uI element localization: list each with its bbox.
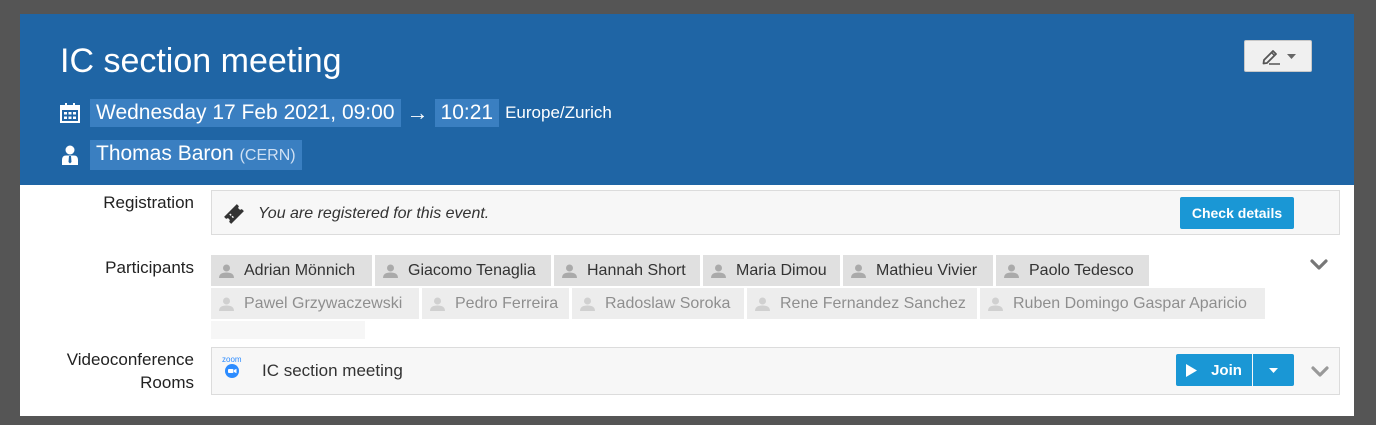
participant-chip[interactable]: Pedro Ferreira	[422, 288, 569, 319]
participant-chip[interactable]: Radoslaw Soroka	[572, 288, 744, 319]
person-icon	[988, 297, 1003, 311]
caret-down-icon	[1269, 367, 1278, 373]
person-icon	[580, 297, 595, 311]
participant-chip[interactable]: Ruben Domingo Gaspar Aparicio	[980, 288, 1265, 319]
join-button-group: Join	[1176, 354, 1294, 386]
registration-label: Registration	[103, 193, 194, 212]
person-icon	[219, 297, 234, 311]
date-arrow: →	[406, 100, 429, 125]
edit-dropdown-caret-icon	[1286, 53, 1296, 59]
participant-chip[interactable]: Pawel Grzywaczewski	[211, 288, 419, 319]
chevron-down-icon	[1310, 259, 1328, 271]
event-chair-row: Thomas Baron (CERN)	[60, 140, 302, 170]
participant-name: Pedro Ferreira	[455, 294, 559, 312]
participant-name: Radoslaw Soroka	[605, 294, 731, 312]
participants-expand-button[interactable]	[1310, 259, 1328, 271]
participant-chip-overflow	[211, 321, 365, 339]
person-icon	[60, 144, 80, 166]
person-icon	[562, 264, 577, 278]
event-end-time: 10:21	[434, 99, 500, 127]
participant-name: Maria Dimou	[736, 261, 827, 279]
person-icon	[219, 264, 234, 278]
join-button[interactable]: Join	[1176, 354, 1252, 386]
chair-name: Thomas Baron	[96, 142, 234, 165]
participant-chip[interactable]: Maria Dimou	[703, 255, 840, 286]
participant-name: Paolo Tedesco	[1029, 261, 1134, 279]
zoom-logo-icon: zoom	[222, 355, 242, 378]
videoconference-expand-button[interactable]	[1311, 366, 1329, 378]
event-card: IC section meeting Wednesday 17 Feb 2021…	[20, 14, 1354, 416]
participant-name: Pawel Grzywaczewski	[244, 294, 403, 312]
participant-name: Mathieu Vivier	[876, 261, 978, 279]
person-icon	[755, 297, 770, 311]
participant-chip[interactable]: Mathieu Vivier	[843, 255, 993, 286]
participants-label: Participants	[105, 258, 194, 277]
participant-chip[interactable]: Paolo Tedesco	[996, 255, 1149, 286]
person-icon	[383, 264, 398, 278]
play-icon	[1186, 363, 1198, 377]
person-icon	[711, 264, 726, 278]
chair-person[interactable]: Thomas Baron (CERN)	[90, 140, 302, 170]
event-title: IC section meeting	[60, 42, 342, 80]
edit-button[interactable]	[1244, 40, 1312, 72]
event-header: IC section meeting Wednesday 17 Feb 2021…	[20, 14, 1354, 185]
ticket-icon	[222, 203, 246, 225]
zoom-logo-text: zoom	[222, 355, 242, 364]
chair-affiliation: (CERN)	[239, 147, 296, 164]
person-icon	[851, 264, 866, 278]
registration-box: You are registered for this event. Check…	[211, 190, 1340, 235]
participant-name: Adrian Mönnich	[244, 261, 356, 279]
event-timezone: Europe/Zurich	[505, 103, 612, 122]
videoconference-label-line1: Videoconference	[66, 350, 194, 369]
join-options-dropdown[interactable]	[1253, 354, 1294, 386]
videoconference-label-line2: Rooms	[140, 373, 194, 392]
event-start-datetime: Wednesday 17 Feb 2021, 09:00	[90, 99, 401, 127]
participants-list: Adrian Mönnich Giacomo Tenaglia Hannah S…	[211, 255, 1301, 339]
calendar-icon	[60, 102, 80, 124]
videoconference-room-name: IC section meeting	[262, 361, 403, 380]
chevron-down-icon	[1311, 366, 1329, 378]
participant-name: Hannah Short	[587, 261, 686, 279]
person-icon	[430, 297, 445, 311]
videoconference-label: Videoconference Rooms	[67, 348, 194, 394]
videoconference-box: zoom IC section meeting Join	[211, 347, 1340, 395]
participant-chip[interactable]: Adrian Mönnich	[211, 255, 372, 286]
person-icon	[1004, 264, 1019, 278]
event-date-row: Wednesday 17 Feb 2021, 09:00 → 10:21 Eur…	[60, 98, 612, 128]
check-details-button[interactable]: Check details	[1180, 197, 1294, 229]
registration-message: You are registered for this event.	[258, 205, 490, 222]
join-label: Join	[1211, 361, 1242, 379]
participant-chip[interactable]: Hannah Short	[554, 255, 700, 286]
participant-chip[interactable]: Rene Fernandez Sanchez	[747, 288, 977, 319]
participant-chip[interactable]: Giacomo Tenaglia	[375, 255, 551, 286]
pencil-icon	[1261, 47, 1283, 65]
participant-name: Rene Fernandez Sanchez	[780, 294, 966, 312]
participant-name: Ruben Domingo Gaspar Aparicio	[1013, 294, 1247, 312]
participant-name: Giacomo Tenaglia	[408, 261, 536, 279]
